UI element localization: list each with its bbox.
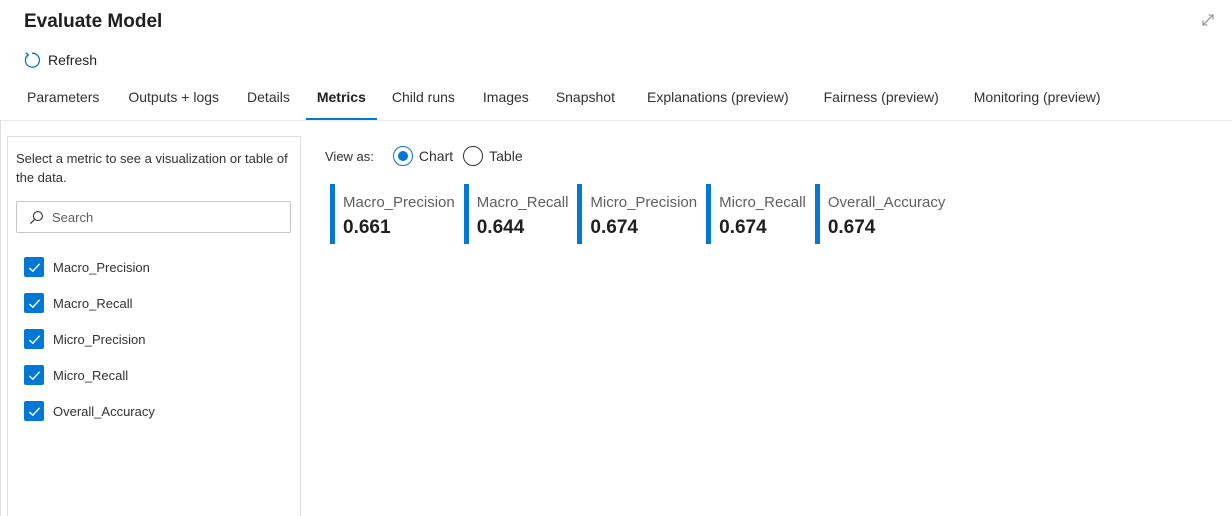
metric-list: Macro_Precision Macro_Recall Micro_Preci… — [24, 249, 155, 429]
checkbox[interactable] — [24, 257, 44, 277]
checkbox[interactable] — [24, 365, 44, 385]
radio-label: Table — [489, 148, 523, 164]
checkmark-icon — [28, 298, 40, 308]
metric-card-name: Macro_Recall — [476, 194, 569, 211]
metric-card-value: 0.674 — [827, 217, 876, 238]
left-edge-divider — [0, 120, 1, 516]
tab-monitoring[interactable]: Monitoring (preview) — [963, 80, 1112, 120]
metric-label: Macro_Recall — [53, 295, 133, 311]
metric-card: Macro_Precision 0.661 — [330, 184, 464, 244]
metric-card: Macro_Recall 0.644 — [463, 184, 578, 244]
checkmark-icon — [28, 370, 40, 380]
metric-item-overall-accuracy[interactable]: Overall_Accuracy — [24, 393, 155, 429]
checkmark-icon — [28, 406, 40, 416]
radio-label: Chart — [418, 148, 454, 164]
metric-label: Micro_Recall — [53, 367, 129, 383]
metric-card-value: 0.674 — [719, 217, 767, 238]
metric-card-name: Micro_Precision — [590, 194, 698, 211]
tabs-divider — [0, 120, 1232, 121]
radio-button[interactable] — [463, 146, 484, 166]
metric-item-micro-precision[interactable]: Micro_Precision — [24, 321, 155, 357]
checkbox[interactable] — [24, 293, 44, 313]
search-icon — [29, 210, 43, 224]
search-box[interactable] — [16, 201, 291, 233]
checkmark-icon — [28, 334, 40, 344]
metric-card-name: Micro_Recall — [719, 194, 806, 211]
refresh-label: Refresh — [48, 52, 98, 68]
metric-card-value: 0.661 — [343, 217, 391, 238]
metric-item-macro-recall[interactable]: Macro_Recall — [24, 285, 155, 321]
tab-snapshot[interactable]: Snapshot — [545, 80, 626, 120]
tab-details[interactable]: Details — [236, 80, 301, 120]
tab-images[interactable]: Images — [472, 80, 540, 120]
metric-card-value: 0.644 — [476, 217, 525, 238]
tab-metrics[interactable]: Metrics — [305, 80, 377, 120]
checkbox[interactable] — [24, 401, 44, 421]
expand-icon[interactable] — [1200, 12, 1216, 28]
tab-fairness[interactable]: Fairness (preview) — [813, 80, 950, 120]
metric-label: Macro_Precision — [53, 259, 150, 275]
metric-card-name: Overall_Accuracy — [827, 194, 946, 211]
tab-child-runs[interactable]: Child runs — [381, 80, 466, 120]
page-title: Evaluate Model — [24, 11, 163, 32]
tab-explanations[interactable]: Explanations (preview) — [636, 80, 800, 120]
metric-cards: Macro_Precision 0.661 Macro_Recall 0.644… — [330, 184, 954, 244]
checkbox[interactable] — [24, 329, 44, 349]
metric-label: Micro_Precision — [53, 331, 146, 347]
view-table-option[interactable]: Table — [463, 146, 523, 166]
checkmark-icon — [28, 262, 40, 272]
tab-bar: Parameters Outputs + logs Details Metric… — [16, 80, 1112, 120]
metric-card-name: Macro_Precision — [343, 194, 455, 211]
view-as-group: View as: Chart Table — [325, 146, 533, 166]
metric-card-value: 0.674 — [590, 217, 638, 238]
metric-card: Micro_Recall 0.674 — [706, 184, 815, 244]
metric-label: Overall_Accuracy — [53, 403, 155, 419]
metric-hint-text: Select a metric to see a visualization o… — [16, 151, 288, 185]
metric-card: Micro_Precision 0.674 — [577, 184, 706, 244]
tab-outputs-logs[interactable]: Outputs + logs — [117, 80, 230, 120]
refresh-icon — [24, 52, 41, 68]
metric-item-macro-precision[interactable]: Macro_Precision — [24, 249, 155, 285]
tab-parameters[interactable]: Parameters — [16, 80, 110, 120]
view-chart-option[interactable]: Chart — [392, 146, 454, 166]
search-input[interactable] — [52, 209, 272, 225]
radio-button[interactable] — [392, 146, 413, 166]
refresh-button[interactable]: Refresh — [23, 51, 97, 69]
metric-item-micro-recall[interactable]: Micro_Recall — [24, 357, 155, 393]
view-as-label: View as: — [325, 148, 374, 164]
metric-card: Overall_Accuracy 0.674 — [814, 184, 955, 244]
metric-selector-panel: Select a metric to see a visualization o… — [7, 136, 301, 516]
